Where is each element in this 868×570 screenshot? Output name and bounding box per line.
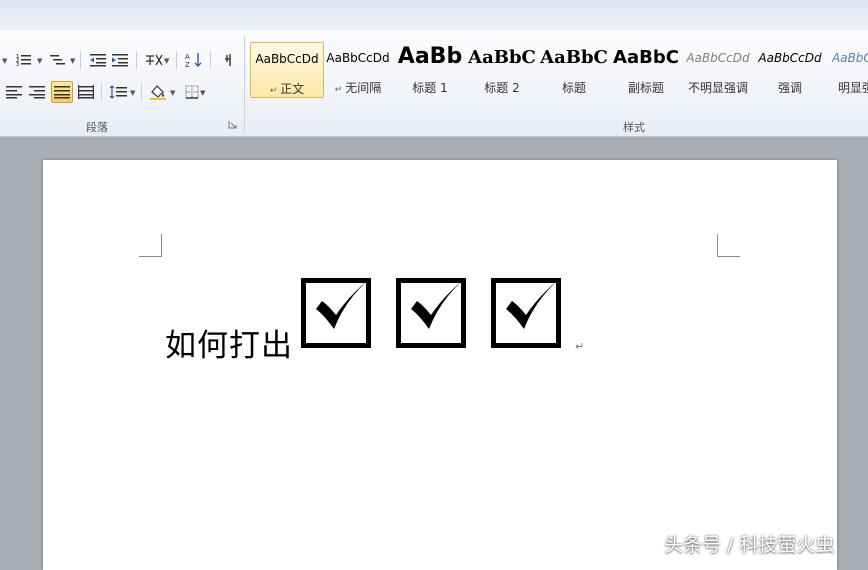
style-no-spacing[interactable]: AaBbCcDd ↵ 无间隔 [322,42,394,96]
numbered-list-button[interactable]: 1 2 3 [14,50,34,70]
caret-down-icon[interactable]: ▼ [70,57,75,65]
caret-down-icon[interactable]: ▼ [164,57,169,65]
decrease-indent-button[interactable] [88,50,108,70]
style-name: 不明显强调 [687,81,748,95]
toolbar-separator [141,83,142,101]
increase-indent-icon [112,54,128,67]
caret-down-icon[interactable]: ▼ [170,89,175,97]
align-left-icon [6,86,22,99]
paragraph-mark: ↵ [575,340,585,353]
style-sample: AaBbCcDd [686,51,750,65]
ribbon: ▼ 1 2 3 ▼ ▼ ▼ A Z ▼ ▼ ▼ 段落 AaBbCcDd ↵ 正文… [0,30,868,137]
caret-down-icon[interactable]: ▼ [130,89,135,97]
show-hide-marks-button[interactable] [218,50,238,70]
svg-text:A: A [185,53,190,61]
style-sample: AaBbCcDd [832,51,868,65]
caret-down-icon[interactable]: ▼ [2,57,7,65]
toolbar-separator [136,51,137,69]
distributed-icon [78,85,94,99]
multilevel-list-button[interactable] [48,50,68,70]
document-page[interactable]: 如何打出 ↵ [43,160,837,570]
paragraph-dialog-launcher-icon[interactable] [228,120,238,130]
style-sample: AaBbC [468,47,536,68]
style-name: 标题 2 [484,81,520,95]
margin-corner-marker [717,234,740,257]
increase-indent-button[interactable] [110,50,130,70]
caret-down-icon[interactable]: ▼ [37,57,42,65]
align-right-icon [29,86,45,99]
toolbar-separator [176,51,177,69]
style-title[interactable]: AaBbC 标题 [538,42,610,96]
style-subtitle[interactable]: AaBbC 副标题 [610,42,682,96]
style-heading-1[interactable]: AaBb 标题 1 [394,42,466,96]
style-sample: AaBb [397,44,463,69]
style-name: ↵ 正文 [269,82,305,96]
svg-text:Z: Z [185,61,190,68]
watermark-text: 头条号 / 科技萤火虫 [664,534,835,556]
sort-icon: A Z [185,53,202,68]
paragraph-mark-icon: ↵ [334,85,346,95]
style-name: 标题 [561,81,586,95]
style-sample: AaBbCcDd [255,52,319,66]
style-name: 标题 1 [412,81,448,95]
align-right-button[interactable] [27,82,47,102]
style-name: 强调 [777,81,802,95]
multilevel-list-icon [50,55,65,65]
styles-group-label: 样式 [623,121,645,134]
justify-button[interactable] [51,81,73,103]
toolbar-separator [210,51,211,69]
style-heading-2[interactable]: AaBbC 标题 2 [466,42,538,96]
paragraph-group: ▼ 1 2 3 ▼ ▼ ▼ A Z ▼ ▼ ▼ 段落 [0,30,244,136]
paint-bucket-icon [150,85,166,100]
styles-group: AaBbCcDd ↵ 正文 AaBbCcDd ↵ 无间隔 AaBb 标题 1 A… [245,30,868,136]
style-name: ↵ 无间隔 [334,81,382,95]
margin-corner-marker [139,234,162,257]
decrease-indent-icon [90,54,106,67]
style-normal[interactable]: AaBbCcDd ↵ 正文 [250,42,324,98]
style-sample: AaBbC [613,47,679,68]
style-name: 副标题 [627,81,664,95]
toolbar-separator [101,83,102,101]
numbered-list-icon: 1 2 3 [16,54,31,67]
caret-down-icon[interactable]: ▼ [200,89,205,97]
sort-button[interactable]: A Z [184,50,204,70]
style-emphasis[interactable]: AaBbCcDd 强调 [754,42,826,96]
style-name: 明显强 [838,81,868,95]
line-spacing-icon [109,85,127,99]
distributed-button[interactable] [76,82,96,102]
style-sample: AaBbCcDd [758,51,822,65]
toolbar-separator [80,51,81,69]
shading-button[interactable] [148,82,168,102]
align-left-button[interactable] [4,82,24,102]
paragraph-mark-icon: ↵ [269,86,281,96]
style-subtle-emphasis[interactable]: AaBbCcDd 不明显强调 [682,42,754,96]
svg-text:3: 3 [16,62,19,67]
document-text[interactable]: 如何打出 [165,320,293,365]
chinese-layout-button[interactable] [144,50,164,70]
style-intense-emphasis[interactable]: AaBbCcDd 明显强 [826,42,868,96]
paragraph-group-label: 段落 [86,121,108,134]
border-grid-icon [185,85,199,99]
line-spacing-button[interactable] [108,82,128,102]
title-bar-strip [0,0,868,30]
checked-box-icon [301,269,382,348]
checked-box-icon [396,269,477,348]
chinese-layout-icon [146,54,163,66]
style-sample: AaBbC [540,47,608,68]
borders-button[interactable] [182,82,202,102]
justify-icon [54,86,70,99]
style-sample: AaBbCcDd [326,51,390,65]
paragraph-mark-icon [225,54,231,66]
checked-box-icon [491,269,572,348]
